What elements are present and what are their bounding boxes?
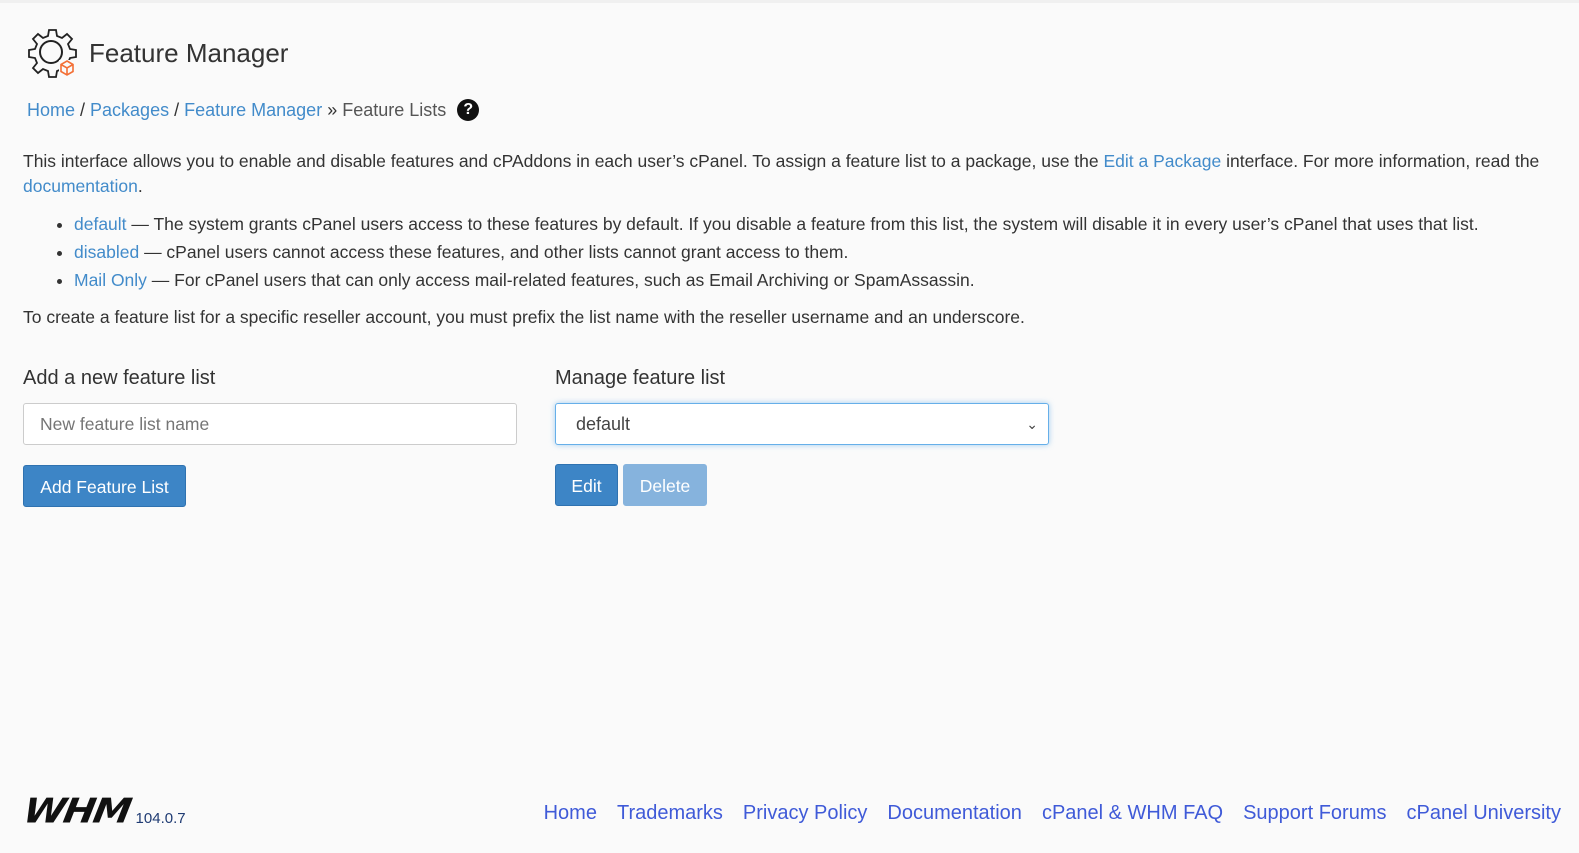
list-item: default — The system grants cPanel users… (74, 210, 1479, 238)
list-desc: — The system grants cPanel users access … (126, 214, 1479, 234)
reseller-note: To create a feature list for a specific … (23, 307, 1025, 327)
footer-home-link[interactable]: Home (544, 802, 597, 825)
footer-university-link[interactable]: cPanel University (1406, 802, 1561, 825)
footer-faq-link[interactable]: cPanel & WHM FAQ (1042, 802, 1223, 825)
intro-part: This interface allows you to enable and … (23, 151, 1104, 171)
mail-only-list-link[interactable]: Mail Only (74, 270, 147, 290)
footer-trademarks-link[interactable]: Trademarks (617, 802, 723, 825)
breadcrumb-sep: » (327, 99, 338, 120)
breadcrumb-feature-manager[interactable]: Feature Manager (184, 100, 322, 121)
page-title: Feature Manager (89, 37, 289, 68)
version: 104.0.7 (135, 810, 186, 827)
whm-logo-mark: WHM (20, 791, 134, 831)
add-feature-list-label: Add a new feature list (23, 367, 216, 389)
edit-package-link[interactable]: Edit a Package (1104, 151, 1222, 171)
manage-feature-list-label: Manage feature list (555, 367, 726, 389)
list-item: disabled — cPanel users cannot access th… (74, 238, 1479, 266)
breadcrumb-home[interactable]: Home (27, 100, 75, 121)
breadcrumb-current: Feature Lists (342, 99, 447, 120)
intro-part: interface. For more information, read th… (1221, 151, 1540, 171)
breadcrumb-sep: / (80, 99, 86, 120)
footer-links: Home Trademarks Privacy Policy Documenta… (544, 802, 1561, 825)
disabled-list-link[interactable]: disabled (74, 242, 139, 262)
documentation-link[interactable]: documentation (23, 176, 138, 196)
feature-list-descriptions: default — The system grants cPanel users… (50, 210, 1479, 294)
footer-forums-link[interactable]: Support Forums (1243, 802, 1386, 825)
list-item: Mail Only — For cPanel users that can on… (74, 266, 1479, 294)
selected-value: default (576, 414, 631, 434)
intro-part: . (137, 176, 143, 196)
page-header: Feature Manager (25, 26, 288, 80)
list-desc: — cPanel users cannot access these featu… (139, 242, 849, 262)
top-border (0, 0, 1579, 3)
breadcrumb-sep: / (174, 99, 180, 120)
delete-button[interactable]: Delete (623, 464, 707, 506)
footer-documentation-link[interactable]: Documentation (887, 802, 1022, 825)
footer-privacy-link[interactable]: Privacy Policy (743, 802, 867, 825)
feature-manager-gear-icon (28, 29, 77, 78)
list-desc: — For cPanel users that can only access … (146, 270, 975, 290)
new-feature-list-input[interactable] (23, 403, 517, 445)
breadcrumb: Home / Packages / Feature Manager» Feature… (27, 99, 480, 121)
feature-list-select[interactable]: default ⌄ (555, 403, 1049, 445)
edit-button[interactable]: Edit (555, 464, 618, 506)
chevron-down-icon: ⌄ (1026, 416, 1038, 432)
default-list-link[interactable]: default (74, 214, 127, 234)
breadcrumb-packages[interactable]: Packages (90, 100, 169, 121)
whm-logo: WHM 104.0.7 (20, 791, 186, 831)
intro-text: This interface allows you to enable and … (23, 149, 1563, 199)
add-feature-list-button[interactable]: Add Feature List (23, 465, 186, 507)
help-icon[interactable]: ? (457, 99, 480, 121)
